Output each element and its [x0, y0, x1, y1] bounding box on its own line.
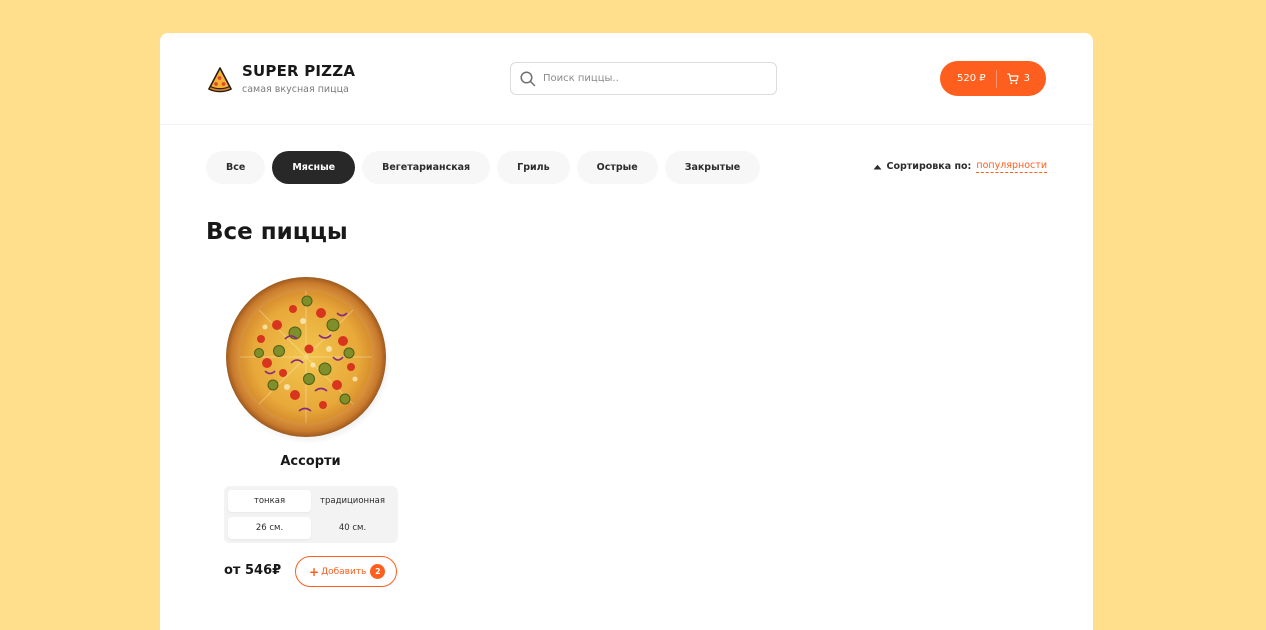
cart-count: 3: [1023, 73, 1031, 84]
app-title: SUPER PIZZA: [242, 62, 356, 80]
dough-option-thin[interactable]: тонкая: [228, 490, 311, 512]
pizza-options: тонкая традиционная 26 см. 40 см.: [224, 486, 398, 543]
cart-total-price: 520 ₽: [957, 73, 986, 84]
category-spicy[interactable]: Острые: [576, 151, 658, 184]
add-button-label: Добавить: [321, 566, 367, 577]
size-option-40[interactable]: 40 см.: [311, 517, 394, 539]
cart-divider: [995, 69, 997, 88]
search-box: [510, 62, 777, 95]
category-closed[interactable]: Закрытые: [664, 151, 761, 184]
add-count-badge: 2: [370, 564, 386, 579]
size-option-26[interactable]: 26 см.: [228, 517, 311, 539]
search-icon: [520, 71, 536, 87]
plus-icon: +: [309, 564, 320, 579]
category-meat[interactable]: Мясные: [272, 151, 356, 184]
sort-label: Сортировка по:: [886, 161, 972, 172]
cart-button[interactable]: 520 ₽ 3: [940, 61, 1046, 96]
logo[interactable]: SUPER PIZZA самая вкусная пицца: [206, 63, 355, 95]
cart-icon: [1006, 72, 1019, 84]
add-to-cart-button[interactable]: + Добавить 2: [295, 556, 397, 587]
pizza-slice-icon: [208, 67, 232, 93]
sort-dropdown[interactable]: популярности: [976, 160, 1047, 173]
category-grill[interactable]: Гриль: [497, 151, 570, 184]
header: SUPER PIZZA самая вкусная пицца 520 ₽ 3: [160, 33, 1093, 125]
sort-control: Сортировка по: популярности: [873, 160, 1047, 173]
pizza-image: [226, 277, 389, 444]
arrow-up-icon: [873, 164, 881, 169]
app-subtitle: самая вкусная пицца: [242, 84, 349, 95]
category-all[interactable]: Все: [206, 151, 266, 184]
search-input[interactable]: [543, 64, 768, 93]
pizza-name: Ассорти: [280, 454, 341, 469]
page-container: SUPER PIZZA самая вкусная пицца 520 ₽ 3 …: [160, 33, 1093, 630]
dough-option-traditional[interactable]: традиционная: [311, 490, 394, 512]
category-tabs: Все Мясные Вегетарианская Гриль Острые З…: [206, 151, 767, 184]
category-vegetarian[interactable]: Вегетарианская: [362, 151, 491, 184]
pizza-price: от 546₽: [224, 563, 282, 578]
page-title: Все пиццы: [206, 219, 348, 245]
